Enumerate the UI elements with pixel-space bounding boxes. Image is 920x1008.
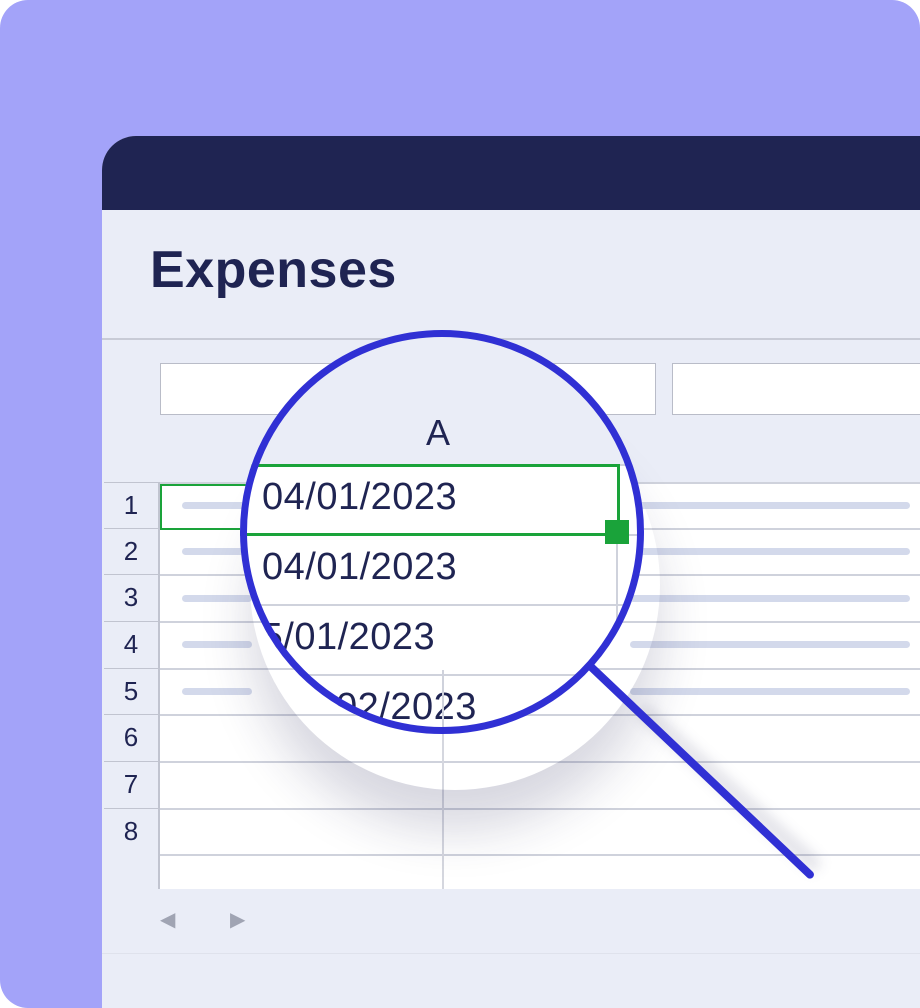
window-footer	[102, 953, 920, 1008]
magnifier-ring	[240, 330, 644, 734]
row-number[interactable]: 4	[104, 621, 158, 667]
row-number[interactable]: 5	[104, 668, 158, 714]
row-number[interactable]: 1	[104, 482, 158, 528]
row-divider	[160, 808, 920, 810]
cell-placeholder-bar	[630, 595, 910, 602]
title-area: Expenses	[102, 210, 920, 340]
cell-placeholder-bar	[630, 688, 910, 695]
sheet-navigation: ◀ ▶	[102, 889, 920, 953]
cell-placeholder-bar	[630, 641, 910, 648]
illustration: Expenses A 1 2 3 4 5 6 7 8	[0, 0, 920, 1008]
row-number[interactable]: 7	[104, 761, 158, 807]
page-title: Expenses	[150, 241, 397, 299]
row-number[interactable]: 6	[104, 714, 158, 760]
window-titlebar	[102, 136, 920, 210]
previous-sheet-arrow-icon[interactable]: ◀	[160, 907, 175, 932]
cell-placeholder-bar	[630, 502, 910, 509]
row-number[interactable]: 2	[104, 528, 158, 574]
row-number[interactable]: 8	[104, 808, 158, 854]
cell-placeholder-bar	[630, 548, 910, 555]
row-number[interactable]: 3	[104, 574, 158, 620]
formula-bar[interactable]	[672, 363, 920, 415]
next-sheet-arrow-icon[interactable]: ▶	[230, 907, 245, 932]
